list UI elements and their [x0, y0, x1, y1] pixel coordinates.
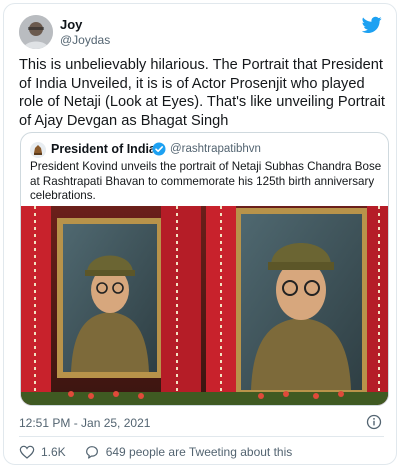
author-avatar[interactable] — [19, 15, 53, 49]
quoted-tweet-text: President Kovind unveils the portrait of… — [30, 160, 382, 202]
twitter-bird-icon[interactable] — [361, 16, 382, 34]
quoted-tweet-image[interactable] — [21, 206, 388, 405]
tweet-timestamp[interactable]: 12:51 PM - Jan 25, 2021 — [19, 416, 150, 430]
speech-bubble-icon[interactable] — [84, 444, 100, 460]
tweet-text: This is unbelievably hilarious. The Port… — [19, 57, 385, 129]
divider — [19, 436, 384, 437]
quoted-author-avatar[interactable] — [30, 142, 46, 158]
quoted-author-name[interactable]: President of India — [51, 142, 156, 156]
author-handle[interactable]: @Joydas — [60, 33, 110, 47]
heart-icon[interactable] — [19, 444, 35, 460]
verified-badge-icon — [152, 142, 166, 156]
tweet-card: Joy @Joydas This is unbelievably hilario… — [3, 3, 397, 465]
info-icon[interactable] — [366, 414, 382, 430]
tweet-actions: 1.6K 649 people are Tweeting about this — [19, 444, 292, 460]
like-count[interactable]: 1.6K — [41, 445, 66, 459]
tweeting-about-link[interactable]: 649 people are Tweeting about this — [106, 445, 293, 459]
quoted-tweet[interactable]: President of India @rashtrapatibhvn Pres… — [20, 132, 389, 406]
quoted-author-handle[interactable]: @rashtrapatibhvn — [170, 143, 261, 155]
author-name[interactable]: Joy — [60, 17, 82, 32]
